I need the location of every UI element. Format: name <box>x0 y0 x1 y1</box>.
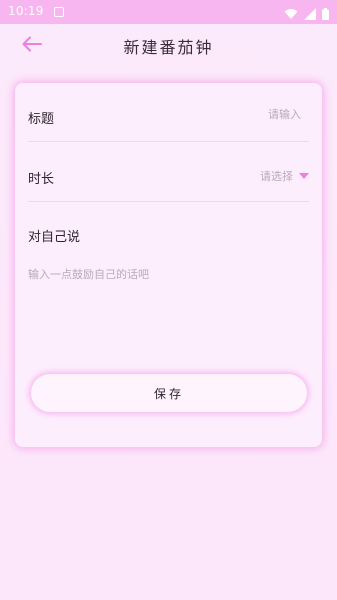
form-card: 标题 时长 请选择 对自己说 保存 <box>15 83 322 447</box>
duration-select-text: 请选择 <box>260 170 293 183</box>
self-message-label: 对自己说 <box>28 230 81 245</box>
battery-icon <box>322 5 329 24</box>
status-bar: 10:19 <box>0 0 337 24</box>
title-row: 标题 <box>28 83 309 142</box>
title-label: 标题 <box>28 112 55 127</box>
status-time: 10:19 <box>8 4 44 18</box>
notification-box-icon <box>54 7 64 17</box>
page-title: 新建番茄钟 <box>123 38 214 57</box>
save-button[interactable]: 保存 <box>31 374 307 412</box>
duration-label: 时长 <box>28 172 55 187</box>
signal-icon <box>304 5 316 24</box>
app-bar: 新建番茄钟 <box>0 24 337 68</box>
wifi-icon <box>284 5 298 24</box>
triangle-down-icon <box>299 173 309 179</box>
status-icons <box>284 5 329 24</box>
duration-row: 时长 请选择 <box>28 143 309 202</box>
duration-select[interactable]: 请选择 <box>260 168 309 184</box>
title-input[interactable] <box>181 108 301 121</box>
self-message-input[interactable] <box>28 266 308 346</box>
nav-bar <box>0 592 337 600</box>
